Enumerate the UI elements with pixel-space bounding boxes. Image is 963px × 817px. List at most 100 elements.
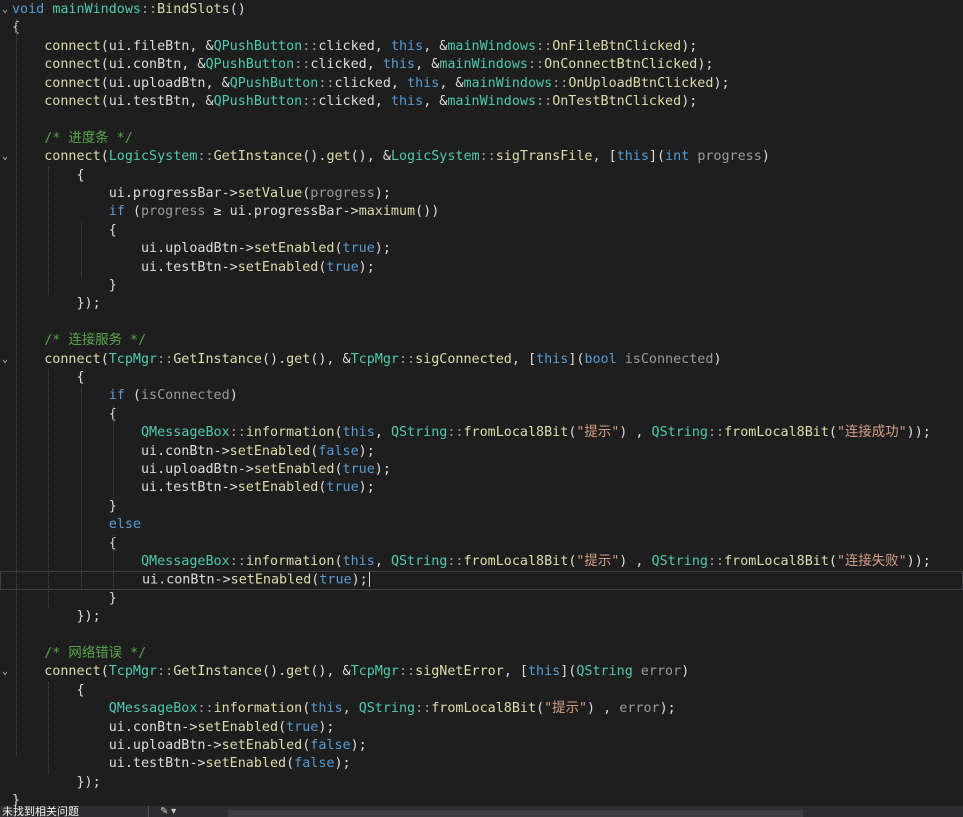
code-token: fromLocal8Bit (463, 425, 569, 441)
code-line[interactable]: }); (0, 295, 963, 313)
code-text: connect(TcpMgr::GetInstance().get(), &Tc… (12, 663, 689, 681)
code-token: false (310, 738, 351, 753)
code-token: information (213, 701, 303, 717)
code-line[interactable] (0, 627, 963, 645)
brush-icon[interactable]: ✎ ▾ (160, 806, 176, 817)
code-token: ( (124, 388, 141, 404)
code-line[interactable]: ⌄ connect(TcpMgr::GetInstance().get(), &… (0, 663, 963, 681)
code-token: clicked, (310, 57, 383, 73)
code-token: } (12, 793, 21, 806)
code-token: setEnabled (230, 572, 312, 588)
code-line[interactable] (0, 314, 963, 332)
code-line[interactable]: /* 进度条 */ (0, 130, 963, 148)
code-line[interactable]: { (0, 406, 963, 424)
code-token: GetInstance (173, 664, 262, 680)
code-text: ui.testBtn->setEnabled(true); (12, 259, 375, 277)
issues-status[interactable]: 未找到相关问题 (2, 807, 79, 817)
fold-toggle-icon[interactable]: ⌄ (0, 351, 10, 369)
code-token: ( (278, 719, 287, 735)
code-token: ui.progressBar-> (12, 186, 238, 201)
fold-toggle-icon[interactable]: ⌄ (0, 1, 10, 19)
code-line[interactable]: } (0, 498, 963, 516)
code-token: this (536, 351, 569, 367)
code-line[interactable]: connect(ui.conBtn, &QPushButton::clicked… (0, 56, 963, 74)
code-line[interactable]: { (0, 682, 963, 700)
horizontal-scrollbar[interactable] (228, 810, 803, 817)
code-line[interactable]: if (progress ≥ ui.progressBar->maximum()… (0, 203, 963, 221)
code-text: { (12, 222, 117, 240)
code-line[interactable]: connect(ui.testBtn, &QPushButton::clicke… (0, 93, 963, 111)
code-token: ) (681, 664, 690, 680)
code-line[interactable]: QMessageBox::information(this, QString::… (0, 424, 963, 442)
code-line[interactable]: /* 网络错误 */ (0, 645, 963, 663)
code-line[interactable]: } (0, 277, 963, 295)
fold-toggle-icon[interactable]: ⌄ (0, 148, 10, 166)
code-line[interactable]: } (0, 590, 963, 608)
code-line[interactable]: else (0, 516, 963, 534)
status-bar: 未找到相关问题 ✎ ▾ (0, 806, 963, 817)
code-line[interactable]: ⌄ connect(LogicSystem::GetInstance().get… (0, 148, 963, 166)
code-line[interactable]: connect(ui.fileBtn, &QPushButton::clicke… (0, 38, 963, 56)
code-text: } (12, 498, 117, 516)
code-token: ( (334, 425, 343, 441)
code-token: /* 连接服务 */ (44, 333, 147, 349)
code-token: ( (828, 554, 837, 569)
code-token: false (294, 756, 335, 772)
code-line[interactable]: ui.uploadBtn->setEnabled(false); (0, 737, 963, 755)
code-line[interactable]: }); (0, 608, 963, 626)
code-text: }); (12, 295, 101, 313)
code-line[interactable]: ui.testBtn->setEnabled(false); (0, 755, 963, 773)
code-line[interactable]: ui.uploadBtn->setEnabled(true); (0, 240, 963, 258)
status-divider (148, 806, 149, 817)
code-line[interactable]: { (0, 222, 963, 240)
code-token: this (382, 57, 416, 73)
code-token: ); (681, 94, 698, 109)
code-token: ); (374, 241, 391, 257)
code-line[interactable]: { (0, 535, 963, 553)
code-line[interactable]: ⌄ void mainWindows::BindSlots() (0, 1, 963, 19)
code-line[interactable]: ui.conBtn->setEnabled(false); (0, 443, 963, 461)
code-line[interactable]: ui.conBtn->setEnabled(true); (0, 719, 963, 737)
code-token: "连接失败" (836, 554, 907, 569)
code-line[interactable]: { (0, 167, 963, 185)
code-token: ( (334, 241, 343, 257)
code-line[interactable]: connect(ui.uploadBtn, &QPushButton::clic… (0, 75, 963, 93)
code-token: }); (12, 296, 101, 312)
code-token: ( (100, 664, 109, 680)
code-line[interactable]: ui.conBtn->setEnabled(true); (0, 571, 963, 590)
code-line[interactable] (0, 111, 963, 129)
code-token: setEnabled (237, 480, 319, 496)
code-token: error (619, 701, 660, 717)
code-line[interactable]: ui.progressBar->setValue(progress); (0, 185, 963, 203)
code-line[interactable]: ⌄ connect(TcpMgr::GetInstance().get(), &… (0, 351, 963, 369)
code-token: TcpMgr (350, 351, 399, 367)
code-line[interactable]: QMessageBox::information(this, QString::… (0, 700, 963, 718)
code-line[interactable]: }); (0, 774, 963, 792)
code-token: , & (415, 57, 440, 73)
code-line[interactable]: QMessageBox::information(this, QString::… (0, 553, 963, 571)
code-token: OnTestBtnClicked (552, 94, 682, 109)
indent-guide (16, 19, 18, 756)
code-line[interactable]: ui.testBtn->setEnabled(true); (0, 479, 963, 497)
code-line[interactable]: ui.testBtn->setEnabled(true); (0, 259, 963, 277)
code-editor[interactable]: ⌄ void mainWindows::BindSlots(){ connect(… (0, 0, 963, 806)
fold-toggle-icon[interactable]: ⌄ (0, 663, 10, 681)
code-token: :: (399, 664, 416, 680)
code-line[interactable]: ui.uploadBtn->setEnabled(true); (0, 461, 963, 479)
code-line[interactable]: { (0, 369, 963, 387)
code-text: if (progress ≥ ui.progressBar->maximum()… (12, 203, 440, 221)
code-text: /* 连接服务 */ (12, 332, 146, 350)
code-line[interactable]: if (isConnected) (0, 387, 963, 405)
code-token: QString (576, 664, 633, 680)
code-line[interactable]: /* 连接服务 */ (0, 332, 963, 350)
code-token: , & (439, 75, 464, 91)
code-token: this (528, 664, 561, 680)
code-token: :: (552, 75, 569, 91)
code-token: connect (44, 57, 101, 73)
code-token: else (108, 517, 141, 533)
code-line[interactable]: } (0, 792, 963, 806)
code-line[interactable]: { (0, 19, 963, 37)
